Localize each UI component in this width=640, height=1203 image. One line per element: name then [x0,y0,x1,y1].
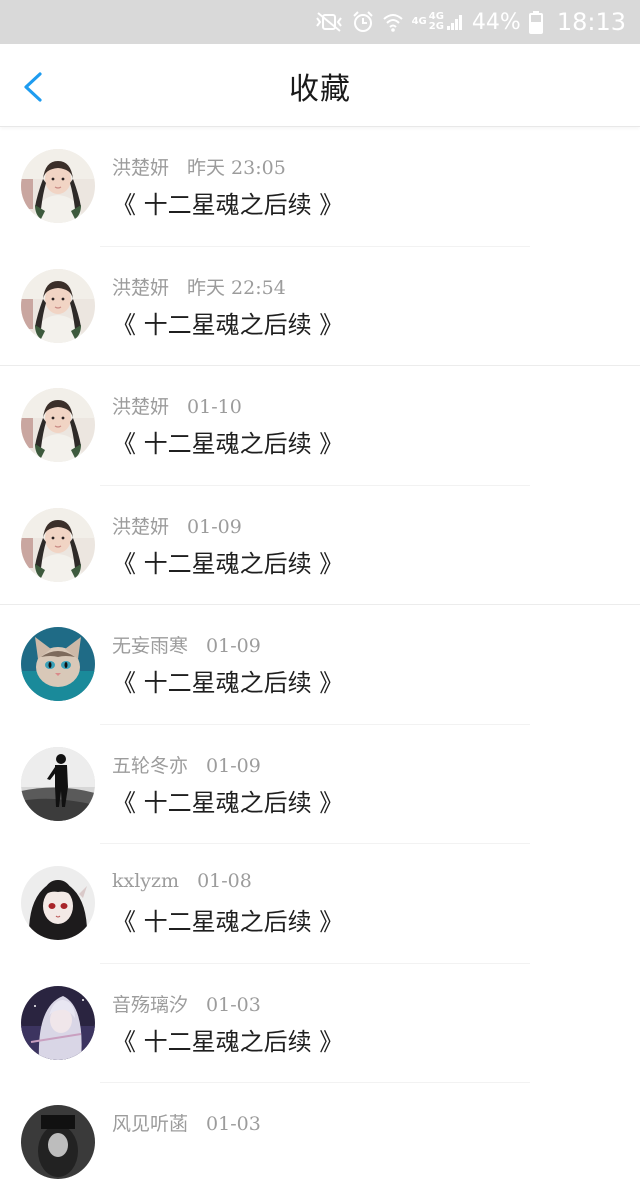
mute-vibrate-icon [314,11,344,33]
timestamp: 昨天 22:54 [187,276,286,299]
author-name[interactable]: kxlyzm [112,870,179,892]
item-title[interactable]: 《 十二星魂之后续 》 [112,544,343,579]
network-type-1: 4G [411,16,427,27]
author-name[interactable]: 音殇璃汐 [112,994,188,1016]
timestamp: 01-09 [206,754,261,777]
author-name[interactable]: 风见听菡 [112,1113,188,1135]
item-title[interactable]: 《 十二星魂之后续 》 [112,305,343,340]
list-item[interactable]: 五轮冬亦 01-09 《 十二星魂之后续 》 [0,725,640,845]
item-meta: 洪楚妍 昨天 22:54 [112,273,286,300]
battery-percent: 44% [471,9,521,35]
signal-icon: 4G 4G 2G [412,12,464,32]
author-name[interactable]: 洪楚妍 [112,516,169,538]
item-meta: 洪楚妍 01-09 [112,512,242,539]
item-title[interactable]: 《 十二星魂之后续 》 [112,783,343,818]
item-meta: 音殇璃汐 01-03 [112,990,261,1017]
list-item[interactable]: 音殇璃汐 01-03 《 十二星魂之后续 》 [0,964,640,1084]
avatar[interactable] [21,508,95,582]
clock: 18:13 [556,8,626,36]
status-icons: 4G 4G 2G 44% 18:13 [314,0,626,44]
author-name[interactable]: 五轮冬亦 [112,755,188,777]
list-item[interactable]: 风见听菡 01-03 [0,1083,640,1203]
timestamp: 01-08 [197,870,252,892]
battery-icon [528,10,543,34]
author-name[interactable]: 无妄雨寒 [112,635,188,657]
timestamp: 01-10 [187,396,242,418]
item-title[interactable]: 《 十二星魂之后续 》 [112,902,343,937]
item-meta: 洪楚妍 01-10 [112,392,242,419]
wifi-icon [382,11,404,33]
alarm-icon [352,11,374,33]
favorites-list: 洪楚妍 昨天 23:05 《 十二星魂之后续 》 洪楚妍 昨天 22:54 《 十二… [0,127,640,1203]
avatar[interactable] [21,1105,95,1179]
status-bar: 4G 4G 2G 44% 18:13 [0,0,640,44]
list-item[interactable]: 洪楚妍 01-10 《 十二星魂之后续 》 [0,366,640,486]
item-meta: 风见听菡 01-03 [112,1109,261,1136]
author-name[interactable]: 洪楚妍 [112,157,169,179]
avatar[interactable] [21,866,95,940]
list-item[interactable]: 洪楚妍 01-09 《 十二星魂之后续 》 [0,486,640,606]
timestamp: 昨天 23:05 [187,157,286,179]
page-title: 收藏 [289,72,351,107]
list-item[interactable]: 洪楚妍 昨天 23:05 《 十二星魂之后续 》 [0,127,640,247]
item-meta: kxlyzm 01-08 [112,870,252,892]
avatar[interactable] [21,747,95,821]
timestamp: 01-09 [187,515,242,538]
avatar[interactable] [21,986,95,1060]
network-type-3: 2G [428,21,444,32]
header-bar: 收藏 [0,44,640,127]
list-item[interactable]: 无妄雨寒 01-09 《 十二星魂之后续 》 [0,605,640,725]
item-meta: 五轮冬亦 01-09 [112,751,261,778]
avatar[interactable] [21,627,95,701]
timestamp: 01-09 [206,635,261,657]
list-item[interactable]: kxlyzm 01-08 《 十二星魂之后续 》 [0,844,640,964]
avatar[interactable] [21,388,95,462]
item-title[interactable]: 《 十二星魂之后续 》 [112,1022,343,1057]
avatar[interactable] [21,269,95,343]
item-meta: 洪楚妍 昨天 23:05 [112,153,286,180]
item-title[interactable]: 《 十二星魂之后续 》 [112,185,343,220]
item-title[interactable]: 《 十二星魂之后续 》 [112,424,343,459]
timestamp: 01-03 [206,1113,261,1135]
item-meta: 无妄雨寒 01-09 [112,631,261,658]
avatar[interactable] [21,149,95,223]
timestamp: 01-03 [206,993,261,1016]
author-name[interactable]: 洪楚妍 [112,396,169,418]
author-name[interactable]: 洪楚妍 [112,277,169,299]
list-item[interactable]: 洪楚妍 昨天 22:54 《 十二星魂之后续 》 [0,247,640,367]
item-title[interactable]: 《 十二星魂之后续 》 [112,663,343,698]
